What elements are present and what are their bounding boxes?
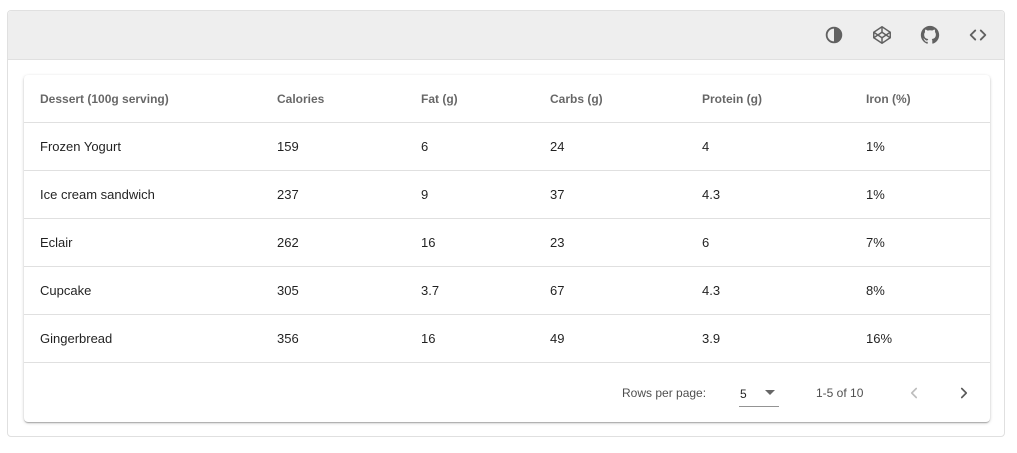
column-header-calories: Calories xyxy=(261,75,405,123)
cell-dessert: Cupcake xyxy=(24,266,261,315)
cell-calories: 159 xyxy=(261,122,405,171)
cell-dessert: Gingerbread xyxy=(24,314,261,363)
cell-fat: 16 xyxy=(405,218,534,267)
chevron-left-icon xyxy=(910,387,918,399)
cell-calories: 356 xyxy=(261,314,405,363)
cell-iron: 16% xyxy=(850,314,990,363)
caret-down-icon xyxy=(765,390,775,395)
desserts-table: Dessert (100g serving) Calories Fat (g) … xyxy=(24,75,990,363)
column-header-iron: Iron (%) xyxy=(850,75,990,123)
invert-colors-button[interactable] xyxy=(818,19,850,51)
cell-protein: 6 xyxy=(686,218,850,267)
cell-calories: 305 xyxy=(261,266,405,315)
cell-protein: 4.3 xyxy=(686,266,850,315)
cell-calories: 237 xyxy=(261,170,405,219)
codepen-icon xyxy=(873,26,891,44)
rows-per-page-value: 5 xyxy=(740,387,747,401)
table-pagination: Rows per page: 5 1-5 of 10 xyxy=(24,364,990,422)
cell-iron: 1% xyxy=(850,170,990,219)
cell-carbs: 49 xyxy=(534,314,686,363)
cell-carbs: 24 xyxy=(534,122,686,171)
cell-protein: 4 xyxy=(686,122,850,171)
cell-iron: 8% xyxy=(850,266,990,315)
code-icon xyxy=(969,29,987,41)
cell-fat: 6 xyxy=(405,122,534,171)
cell-protein: 3.9 xyxy=(686,314,850,363)
codepen-button[interactable] xyxy=(866,19,898,51)
cell-fat: 16 xyxy=(405,314,534,363)
column-header-fat: Fat (g) xyxy=(405,75,534,123)
cell-dessert: Frozen Yogurt xyxy=(24,122,261,171)
table-row[interactable]: Eclair 262 16 23 6 7% xyxy=(24,218,990,267)
invert-colors-icon xyxy=(825,26,843,44)
column-header-dessert: Dessert (100g serving) xyxy=(24,75,261,123)
next-page-button[interactable] xyxy=(949,378,979,408)
demo-frame: Dessert (100g serving) Calories Fat (g) … xyxy=(7,10,1005,437)
cell-fat: 9 xyxy=(405,170,534,219)
cell-iron: 1% xyxy=(850,122,990,171)
column-header-carbs: Carbs (g) xyxy=(534,75,686,123)
pagination-range: 1-5 of 10 xyxy=(816,386,864,400)
table-row[interactable]: Gingerbread 356 16 49 3.9 16% xyxy=(24,314,990,363)
cell-dessert: Ice cream sandwich xyxy=(24,170,261,219)
github-button[interactable] xyxy=(914,19,946,51)
column-header-protein: Protein (g) xyxy=(686,75,850,123)
chevron-right-icon xyxy=(960,387,968,399)
cell-carbs: 37 xyxy=(534,170,686,219)
rows-per-page-select[interactable]: 5 xyxy=(739,378,779,407)
table-header-row: Dessert (100g serving) Calories Fat (g) … xyxy=(24,75,990,123)
cell-calories: 262 xyxy=(261,218,405,267)
rows-per-page-label: Rows per page: xyxy=(622,386,707,400)
table-row[interactable]: Cupcake 305 3.7 67 4.3 8% xyxy=(24,266,990,315)
cell-fat: 3.7 xyxy=(405,266,534,315)
github-icon xyxy=(920,25,940,44)
demo-toolbar xyxy=(8,11,1004,60)
cell-carbs: 67 xyxy=(534,266,686,315)
table-row[interactable]: Frozen Yogurt 159 6 24 4 1% xyxy=(24,122,990,171)
table-row[interactable]: Ice cream sandwich 237 9 37 4.3 1% xyxy=(24,170,990,219)
previous-page-button[interactable] xyxy=(899,378,929,408)
cell-dessert: Eclair xyxy=(24,218,261,267)
cell-iron: 7% xyxy=(850,218,990,267)
view-source-button[interactable] xyxy=(962,19,994,51)
cell-protein: 4.3 xyxy=(686,170,850,219)
data-table-card: Dessert (100g serving) Calories Fat (g) … xyxy=(24,75,990,422)
cell-carbs: 23 xyxy=(534,218,686,267)
